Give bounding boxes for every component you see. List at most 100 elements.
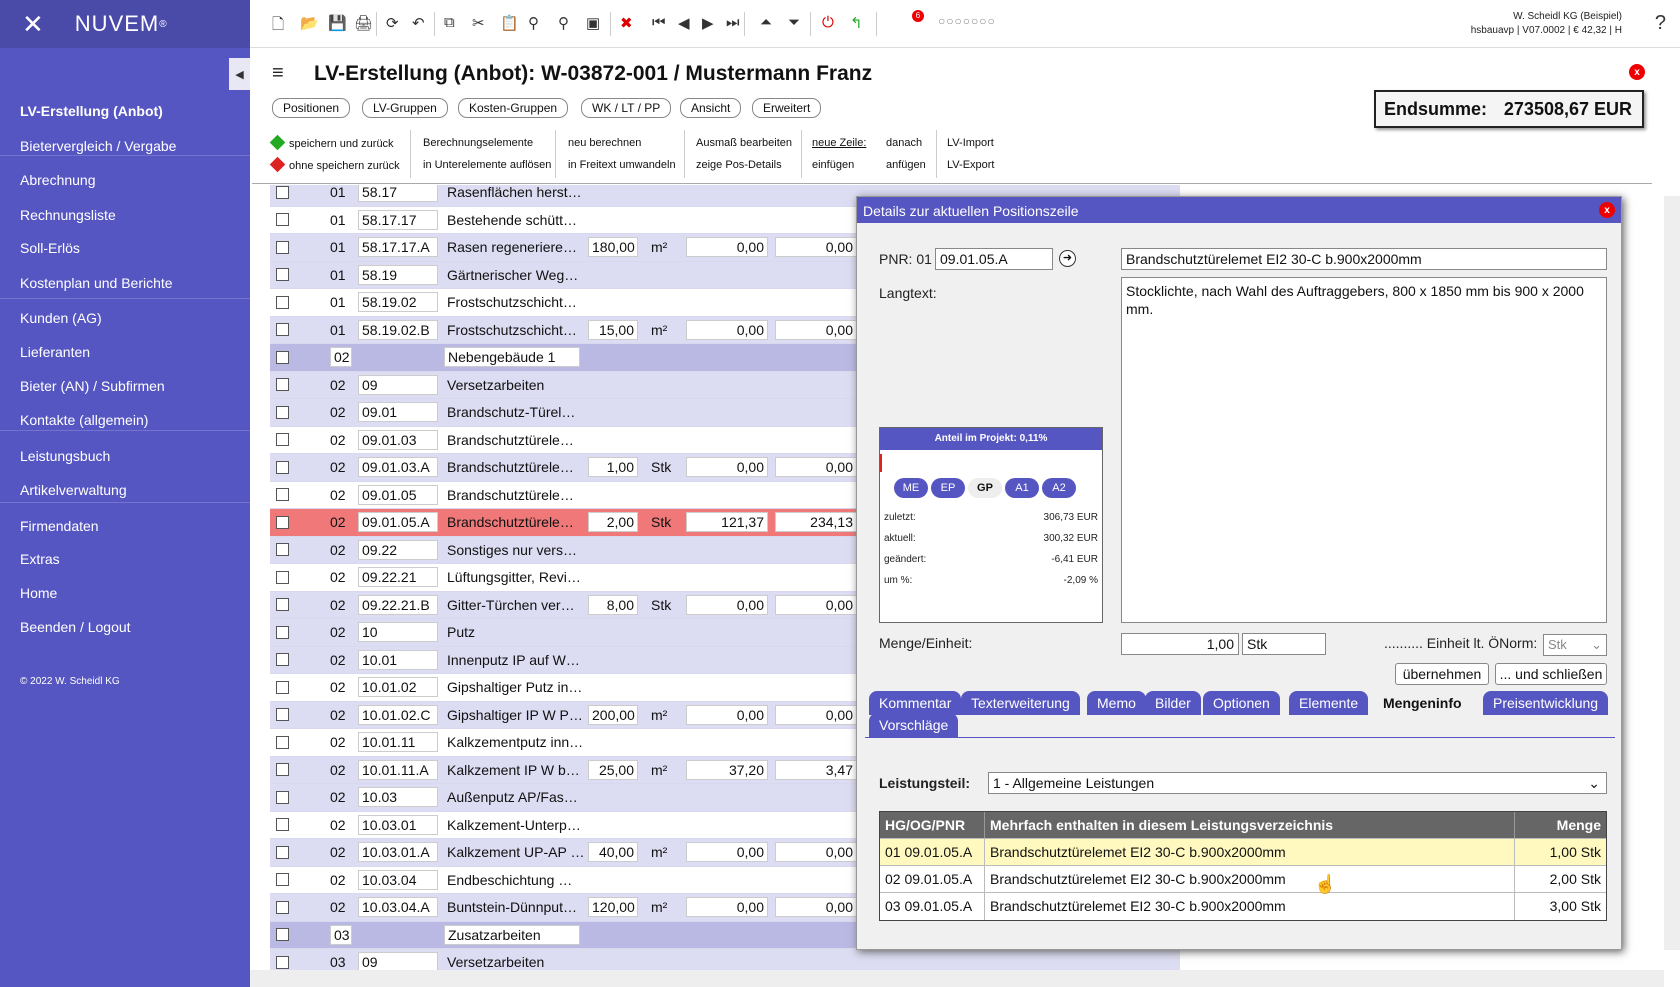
- row-checkbox[interactable]: [276, 653, 289, 667]
- tab-kosten-gruppen[interactable]: Kosten-Gruppen: [458, 98, 569, 118]
- sidebar-item-15[interactable]: Beenden / Logout: [20, 619, 131, 635]
- leistungsteil-select[interactable]: 1 - Allgemeine Leistungen ⌄: [988, 772, 1607, 794]
- sidebar-item-3[interactable]: Rechnungsliste: [20, 207, 116, 223]
- after-button[interactable]: danach: [886, 137, 922, 149]
- tab-texterweiterung[interactable]: Texterweiterung: [961, 691, 1080, 715]
- last-icon[interactable]: ⏭: [726, 14, 740, 31]
- row-checkbox[interactable]: [276, 295, 289, 309]
- window-icon[interactable]: ▣: [586, 14, 600, 32]
- nosave-back-button[interactable]: ohne speichern zurück: [269, 156, 400, 173]
- menge-input[interactable]: 1,00: [1121, 633, 1239, 655]
- apply-button[interactable]: übernehmen: [1395, 663, 1489, 685]
- row-checkbox[interactable]: [276, 378, 289, 392]
- help-icon[interactable]: ?: [1655, 12, 1666, 35]
- next-icon[interactable]: ▶: [702, 14, 714, 32]
- pnr-input[interactable]: 09.01.05.A: [935, 248, 1053, 270]
- paste-icon[interactable]: 📋: [500, 14, 519, 32]
- row-checkbox[interactable]: [276, 735, 289, 749]
- sidebar-item-10[interactable]: Leistungsbuch: [20, 448, 110, 464]
- tab-bilder[interactable]: Bilder: [1145, 691, 1201, 715]
- calc-elements-button[interactable]: Berechnungselemente: [423, 137, 533, 149]
- lv-import-button[interactable]: LV-Import: [947, 137, 994, 149]
- tab-vorschläge[interactable]: Vorschläge: [869, 713, 959, 737]
- pos-details-button[interactable]: zeige Pos-Details: [696, 159, 782, 171]
- row-checkbox[interactable]: [276, 185, 289, 199]
- sidebar-collapse-icon[interactable]: ◀: [229, 58, 250, 90]
- close-page-icon[interactable]: x: [1629, 64, 1645, 80]
- row-checkbox[interactable]: [276, 570, 289, 584]
- row-checkbox[interactable]: [276, 845, 289, 859]
- menu-icon[interactable]: ≡: [272, 62, 284, 85]
- row-checkbox[interactable]: [276, 680, 289, 694]
- tab-kommentar[interactable]: Kommentar: [869, 691, 962, 715]
- save-back-button[interactable]: speichern und zurück: [269, 134, 394, 151]
- sidebar-item-2[interactable]: Abrechnung: [20, 172, 96, 188]
- recalc-button[interactable]: neu berechnen: [568, 137, 641, 149]
- open-icon[interactable]: 📂: [300, 14, 319, 32]
- row-checkbox[interactable]: [276, 323, 289, 337]
- row-checkbox[interactable]: [276, 350, 289, 364]
- undo-icon[interactable]: ↶: [412, 14, 425, 32]
- short-text-input[interactable]: Brandschutztürelemet EI2 30-C b.900x2000…: [1121, 248, 1607, 270]
- delete-icon[interactable]: ✖: [620, 14, 633, 32]
- save-icon[interactable]: 💾: [328, 14, 347, 32]
- table-row[interactable]: 03 09 Versetzarbeiten: [270, 949, 1180, 971]
- prev-icon[interactable]: ◀: [678, 14, 690, 32]
- to-freetext-button[interactable]: in Freitext umwandeln: [568, 159, 676, 171]
- sidebar-item-11[interactable]: Artikelverwaltung: [20, 482, 127, 498]
- row-checkbox[interactable]: [276, 928, 289, 942]
- up-icon[interactable]: ⏶: [760, 14, 772, 31]
- sidebar-item-7[interactable]: Lieferanten: [20, 344, 90, 360]
- sidebar-item-1[interactable]: Bietervergleich / Vergabe: [20, 138, 176, 154]
- pill-a2[interactable]: A2: [1042, 478, 1076, 498]
- sidebar-item-0[interactable]: LV-Erstellung (Anbot): [20, 103, 163, 119]
- sidebar-item-4[interactable]: Soll-Erlös: [20, 240, 80, 256]
- resolve-button[interactable]: in Unterelemente auflösen: [423, 159, 551, 171]
- green-arrow-icon[interactable]: ↰: [850, 14, 863, 32]
- row-checkbox[interactable]: [276, 488, 289, 502]
- apply-close-button[interactable]: ... und schließen: [1495, 663, 1607, 685]
- row-checkbox[interactable]: [276, 625, 289, 639]
- tab-wk-lt-pp[interactable]: WK / LT / PP: [581, 98, 672, 118]
- sidebar-item-9[interactable]: Kontakte (allgemein): [20, 412, 148, 428]
- sidebar-item-14[interactable]: Home: [20, 585, 57, 601]
- oenorm-select[interactable]: Stk ⌄: [1543, 634, 1607, 656]
- copy-icon[interactable]: ⧉: [444, 14, 455, 31]
- row-checkbox[interactable]: [276, 708, 289, 722]
- go-arrow-icon[interactable]: ➜: [1059, 250, 1076, 267]
- tab-mengeninfo[interactable]: Mengeninfo: [1373, 691, 1472, 715]
- find-replace-icon[interactable]: ⚲: [528, 14, 539, 32]
- row-checkbox[interactable]: [276, 240, 289, 254]
- tab-ansicht[interactable]: Ansicht: [680, 98, 742, 118]
- dialog-close-icon[interactable]: x: [1599, 202, 1615, 218]
- first-icon[interactable]: ⏮: [652, 14, 666, 31]
- append-button[interactable]: anfügen: [886, 159, 926, 171]
- list-item[interactable]: 03 09.01.05.A Brandschutztürelemet EI2 30…: [880, 892, 1606, 920]
- row-checkbox[interactable]: [276, 268, 289, 282]
- horizontal-scrollbar[interactable]: [250, 970, 1664, 987]
- langtext-textarea[interactable]: Stocklichte, nach Wahl des Auftraggebers…: [1121, 277, 1607, 623]
- list-item[interactable]: 01 09.01.05.A Brandschutztürelemet EI2 30…: [880, 838, 1606, 866]
- row-checkbox[interactable]: [276, 433, 289, 447]
- list-item[interactable]: 02 09.01.05.A Brandschutztürelemet EI2 30…: [880, 865, 1606, 893]
- row-checkbox[interactable]: [276, 818, 289, 832]
- pill-me[interactable]: ME: [894, 478, 928, 498]
- page-scrollbar[interactable]: [1664, 196, 1680, 950]
- down-icon[interactable]: ⏷: [788, 14, 800, 31]
- insert-button[interactable]: einfügen: [812, 159, 854, 171]
- row-checkbox[interactable]: [276, 900, 289, 914]
- row-checkbox[interactable]: [276, 955, 289, 969]
- sidebar-item-12[interactable]: Firmendaten: [20, 518, 99, 534]
- pill-gp[interactable]: GP: [968, 478, 1002, 498]
- sidebar-item-13[interactable]: Extras: [20, 551, 60, 567]
- row-checkbox[interactable]: [276, 790, 289, 804]
- row-checkbox[interactable]: [276, 543, 289, 557]
- row-checkbox[interactable]: [276, 763, 289, 777]
- new-doc-icon[interactable]: 🗋: [272, 14, 284, 39]
- sidebar-item-6[interactable]: Kunden (AG): [20, 310, 102, 326]
- row-checkbox[interactable]: [276, 460, 289, 474]
- pill-ep[interactable]: EP: [931, 478, 965, 498]
- row-checkbox[interactable]: [276, 598, 289, 612]
- print-icon[interactable]: 🖨: [354, 14, 373, 32]
- tab-erweitert[interactable]: Erweitert: [752, 98, 822, 118]
